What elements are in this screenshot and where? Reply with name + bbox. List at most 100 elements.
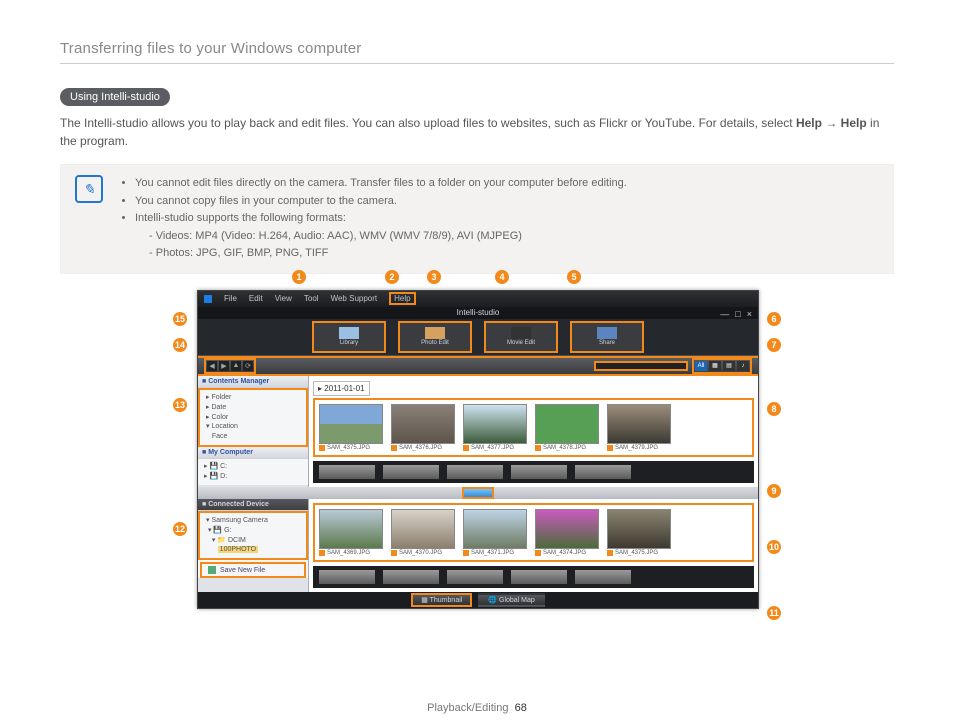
photo-type-icon [607, 445, 613, 451]
nav-back-icon[interactable]: ◀ [207, 361, 217, 371]
menu-file[interactable]: File [224, 294, 237, 303]
help-menu-ref-2: Help [841, 116, 867, 130]
mini-thumb[interactable] [575, 570, 631, 584]
thumbnail-image [607, 509, 671, 549]
device-gallery-panel: SAM_4369.JPG SAM_4370.JPG SAM_4371.JPG S… [309, 499, 758, 592]
thumbnail-filename: SAM_4375.JPG [327, 445, 370, 451]
tree-node-location[interactable]: Location [211, 423, 237, 430]
close-icon[interactable]: × [747, 308, 752, 320]
tree-drive-g[interactable]: G: [224, 527, 231, 534]
thumbnail-image [319, 509, 383, 549]
movie-edit-icon [511, 327, 531, 339]
panel-title: Connected Device [208, 501, 269, 508]
nav-forward-icon[interactable]: ▶ [219, 361, 229, 371]
thumbnail-item[interactable]: SAM_4374.JPG [535, 509, 597, 556]
mini-thumb[interactable] [319, 465, 375, 479]
tree-node-camera[interactable]: Samsung Camera [211, 517, 267, 524]
thumbnail-image [535, 404, 599, 444]
callout-3: 3 [427, 270, 441, 284]
tree-node-face[interactable]: Face [212, 433, 228, 440]
tree-node-color[interactable]: Color [211, 414, 228, 421]
menu-tool[interactable]: Tool [304, 294, 319, 303]
mini-thumb[interactable] [575, 465, 631, 479]
thumbnail-filename: SAM_4376.JPG [399, 445, 442, 451]
mini-thumb[interactable] [447, 465, 503, 479]
thumbnail-row: SAM_4369.JPG SAM_4370.JPG SAM_4371.JPG S… [313, 503, 754, 562]
tab-photo-edit[interactable]: Photo Edit [398, 321, 472, 353]
thumbnail-item[interactable]: SAM_4369.JPG [319, 509, 381, 556]
splitter-handle-icon[interactable] [462, 487, 494, 499]
nav-refresh-icon[interactable]: ⟳ [243, 361, 253, 371]
footer-section: Playback/Editing [427, 702, 508, 714]
callout-2: 2 [385, 270, 399, 284]
filter-video-icon[interactable]: ▤ [723, 361, 735, 371]
intro-paragraph: The Intelli-studio allows you to play ba… [60, 114, 894, 150]
tree-node-date[interactable]: Date [211, 404, 226, 411]
tree-drive-d[interactable]: D: [220, 473, 227, 480]
zoom-slider[interactable] [594, 361, 688, 371]
thumbnail-item[interactable]: SAM_4371.JPG [463, 509, 525, 556]
menu-edit[interactable]: Edit [249, 294, 263, 303]
menu-view[interactable]: View [275, 294, 292, 303]
thumbnail-filename: SAM_4371.JPG [471, 550, 514, 556]
photo-type-icon [319, 550, 325, 556]
tab-library[interactable]: Library [312, 321, 386, 353]
menu-help[interactable]: Help [389, 292, 415, 305]
filter-photo-icon[interactable]: ▦ [709, 361, 721, 371]
thumbnail-item[interactable]: SAM_4370.JPG [391, 509, 453, 556]
menu-web-support[interactable]: Web Support [331, 294, 378, 303]
intro-text: The Intelli-studio allows you to play ba… [60, 116, 796, 130]
callout-9: 9 [767, 484, 781, 498]
note-item: Intelli-studio supports the following fo… [135, 210, 627, 263]
date-group-header: ▸ 2011-01-01 [313, 381, 370, 396]
mini-thumb[interactable] [511, 465, 567, 479]
photo-type-icon [391, 445, 397, 451]
tree-node-folder[interactable]: Folder [211, 394, 231, 401]
mini-thumb[interactable] [447, 570, 503, 584]
callout-15: 15 [173, 312, 187, 326]
save-new-file-button[interactable]: Save New File [200, 562, 306, 578]
page-title: Transferring files to your Windows compu… [60, 40, 894, 64]
mini-thumb[interactable] [383, 570, 439, 584]
thumbnail-item[interactable]: SAM_4379.JPG [607, 404, 669, 451]
callout-8: 8 [767, 402, 781, 416]
device-tree[interactable]: ▾ Samsung Camera ▾ 💾 G: ▾ 📁 DCIM 100PHOT… [198, 511, 308, 560]
window-title-bar: Intelli-studio — □ × [198, 307, 758, 319]
contents-tree[interactable]: ▸ Folder ▸ Date ▸ Color ▾ Location Face [198, 388, 308, 447]
app-window: File Edit View Tool Web Support Help Int… [197, 290, 759, 609]
thumbnail-item[interactable]: SAM_4376.JPG [391, 404, 453, 451]
thumbnail-item[interactable]: SAM_4377.JPG [463, 404, 525, 451]
note-subitem: Videos: MP4 (Video: H.264, Audio: AAC), … [149, 228, 627, 246]
filter-audio-icon[interactable]: ♪ [737, 361, 749, 371]
footer-page-number: 68 [515, 702, 527, 714]
nav-up-icon[interactable]: ▲ [231, 361, 241, 371]
tree-node-100photo[interactable]: 100PHOTO [218, 546, 258, 553]
thumbnail-item[interactable]: SAM_4375.JPG [607, 509, 669, 556]
thumbnail-view-button[interactable]: ▦ Thumbnail [411, 593, 472, 607]
tree-drive-c[interactable]: C: [220, 463, 227, 470]
tab-movie-edit[interactable]: Movie Edit [484, 321, 558, 353]
callout-7: 7 [767, 338, 781, 352]
callout-1: 1 [292, 270, 306, 284]
mini-thumb[interactable] [383, 465, 439, 479]
mini-thumb[interactable] [319, 570, 375, 584]
splitter-bar[interactable] [198, 487, 758, 499]
nav-buttons[interactable]: ◀ ▶ ▲ ⟳ [204, 358, 256, 374]
tab-share[interactable]: Share [570, 321, 644, 353]
button-label: Thumbnail [430, 597, 463, 604]
menu-bar[interactable]: File Edit View Tool Web Support Help [198, 291, 758, 307]
mini-thumb[interactable] [511, 570, 567, 584]
device-sidebar: ■ Connected Device ▾ Samsung Camera ▾ 💾 … [198, 499, 309, 592]
thumbnail-image [463, 509, 527, 549]
maximize-icon[interactable]: □ [735, 308, 740, 320]
minimize-icon[interactable]: — [720, 308, 729, 320]
panel-title: Contents Manager [208, 378, 269, 385]
save-icon [208, 566, 216, 574]
mycomputer-tree[interactable]: ▸ 💾 C: ▸ 💾 D: [198, 459, 308, 485]
filter-all-button[interactable]: All [695, 361, 707, 371]
global-map-button[interactable]: 🌐 Global Map [478, 593, 544, 607]
note-subitem: Photos: JPG, GIF, BMP, PNG, TIFF [149, 245, 627, 263]
thumbnail-item[interactable]: SAM_4375.JPG [319, 404, 381, 451]
thumbnail-item[interactable]: SAM_4378.JPG [535, 404, 597, 451]
tree-node-dcim[interactable]: DCIM [228, 537, 246, 544]
